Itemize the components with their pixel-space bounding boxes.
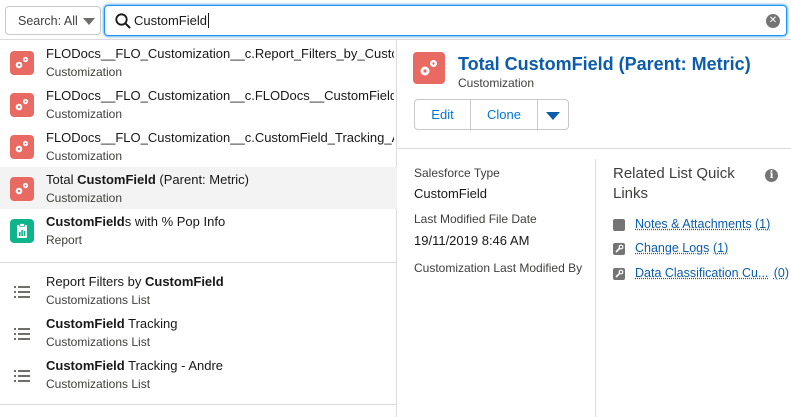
related-link-label[interactable]: Data Classification Cu... [635, 266, 768, 280]
divider [0, 404, 397, 405]
clear-search-icon[interactable]: ✕ [766, 14, 780, 28]
search-scope-label: Search: All [18, 14, 78, 28]
result-title: FLODocs__FLO_Customization__c.CustomFiel… [46, 130, 394, 145]
list-item-selected[interactable]: Total CustomField (Parent: Metric) Custo… [0, 167, 397, 209]
clone-button[interactable]: Clone [471, 100, 538, 129]
action-button-group: Edit Clone [414, 99, 569, 130]
list-view-subtitle: Customizations List [46, 293, 151, 307]
divider [595, 159, 596, 417]
list-view-item[interactable]: CustomField Tracking - Andre Customizati… [0, 353, 397, 395]
related-link-data-classification[interactable]: Data Classification Cu... (0) [613, 266, 789, 284]
list-item[interactable]: FLODocs__FLO_Customization__c.Report_Fil… [0, 41, 397, 83]
related-link-count[interactable]: (0) [774, 266, 789, 280]
list-view-subtitle: Customizations List [46, 335, 151, 349]
search-icon [115, 13, 131, 29]
search-scope-dropdown[interactable]: Search: All [5, 6, 101, 35]
result-subtitle: Customization [46, 65, 123, 79]
related-link-change-logs[interactable]: Change Logs (1) [613, 241, 789, 259]
field-label: Customization Last Modified By [414, 261, 583, 275]
list-view-title: Report Filters by CustomField [46, 274, 224, 289]
list-item[interactable]: CustomFields with % Pop Info Report [0, 209, 397, 251]
related-link-count[interactable]: (1) [713, 241, 728, 255]
more-actions-button[interactable] [538, 100, 568, 129]
wrench-icon [613, 243, 625, 255]
list-view-item[interactable]: Report Filters by CustomField Customizat… [0, 269, 397, 311]
customization-gears-icon [413, 52, 445, 84]
result-subtitle: Customization [46, 191, 123, 205]
divider [398, 148, 791, 149]
field-value: CustomField [414, 186, 487, 201]
list-view-item[interactable]: CustomField Tracking Customizations List [0, 311, 397, 353]
field-label: Salesforce Type [414, 166, 500, 180]
wrench-icon [613, 268, 625, 280]
result-subtitle: Customization [46, 149, 123, 163]
record-type: Customization [458, 76, 535, 90]
list-item[interactable]: FLODocs__FLO_Customization__c.CustomFiel… [0, 125, 397, 167]
result-title: FLODocs__FLO_Customization__c.FLODocs__C… [46, 88, 394, 103]
divider [0, 262, 397, 263]
chevron-down-icon [83, 18, 95, 25]
customization-gears-icon [10, 93, 34, 117]
info-icon[interactable]: i [765, 169, 778, 182]
field-value: 19/11/2019 8:46 AM [414, 233, 530, 248]
related-list-title: Related List Quick Links [613, 165, 735, 202]
result-title: FLODocs__FLO_Customization__c.Report_Fil… [46, 46, 394, 61]
list-icon [14, 370, 30, 382]
result-title: CustomFields with % Pop Info [46, 214, 226, 229]
record-preview-panel: Total CustomField (Parent: Metric) Custo… [398, 40, 791, 417]
field-label: Last Modified File Date [414, 212, 537, 226]
customization-gears-icon [10, 51, 34, 75]
edit-button[interactable]: Edit [415, 100, 471, 129]
customization-gears-icon [10, 135, 34, 159]
report-icon [10, 219, 34, 243]
result-subtitle: Customization [46, 107, 123, 121]
list-icon [14, 286, 30, 298]
list-view-subtitle: Customizations List [46, 377, 151, 391]
list-view-title: CustomField Tracking [46, 316, 178, 331]
list-item[interactable]: FLODocs__FLO_Customization__c.FLODocs__C… [0, 83, 397, 125]
result-subtitle: Report [46, 233, 83, 247]
related-link-label[interactable]: Change Logs [635, 241, 709, 255]
search-query: CustomField [134, 13, 209, 28]
result-title: Total CustomField (Parent: Metric) [46, 172, 249, 187]
list-view-title: CustomField Tracking - Andre [46, 358, 224, 373]
notes-icon [613, 219, 625, 231]
customization-gears-icon [10, 177, 34, 201]
search-results-list: FLODocs__FLO_Customization__c.Report_Fil… [0, 40, 397, 417]
global-search-bar: Search: All CustomField ✕ [0, 0, 791, 40]
chevron-down-icon [546, 112, 560, 120]
record-title[interactable]: Total CustomField (Parent: Metric) [458, 54, 751, 75]
related-link-count[interactable]: (1) [755, 217, 770, 231]
list-icon [14, 328, 30, 340]
related-link-notes[interactable]: Notes & Attachments (1) [613, 217, 789, 235]
search-input[interactable]: CustomField ✕ [104, 5, 787, 36]
related-link-label[interactable]: Notes & Attachments [635, 217, 752, 231]
